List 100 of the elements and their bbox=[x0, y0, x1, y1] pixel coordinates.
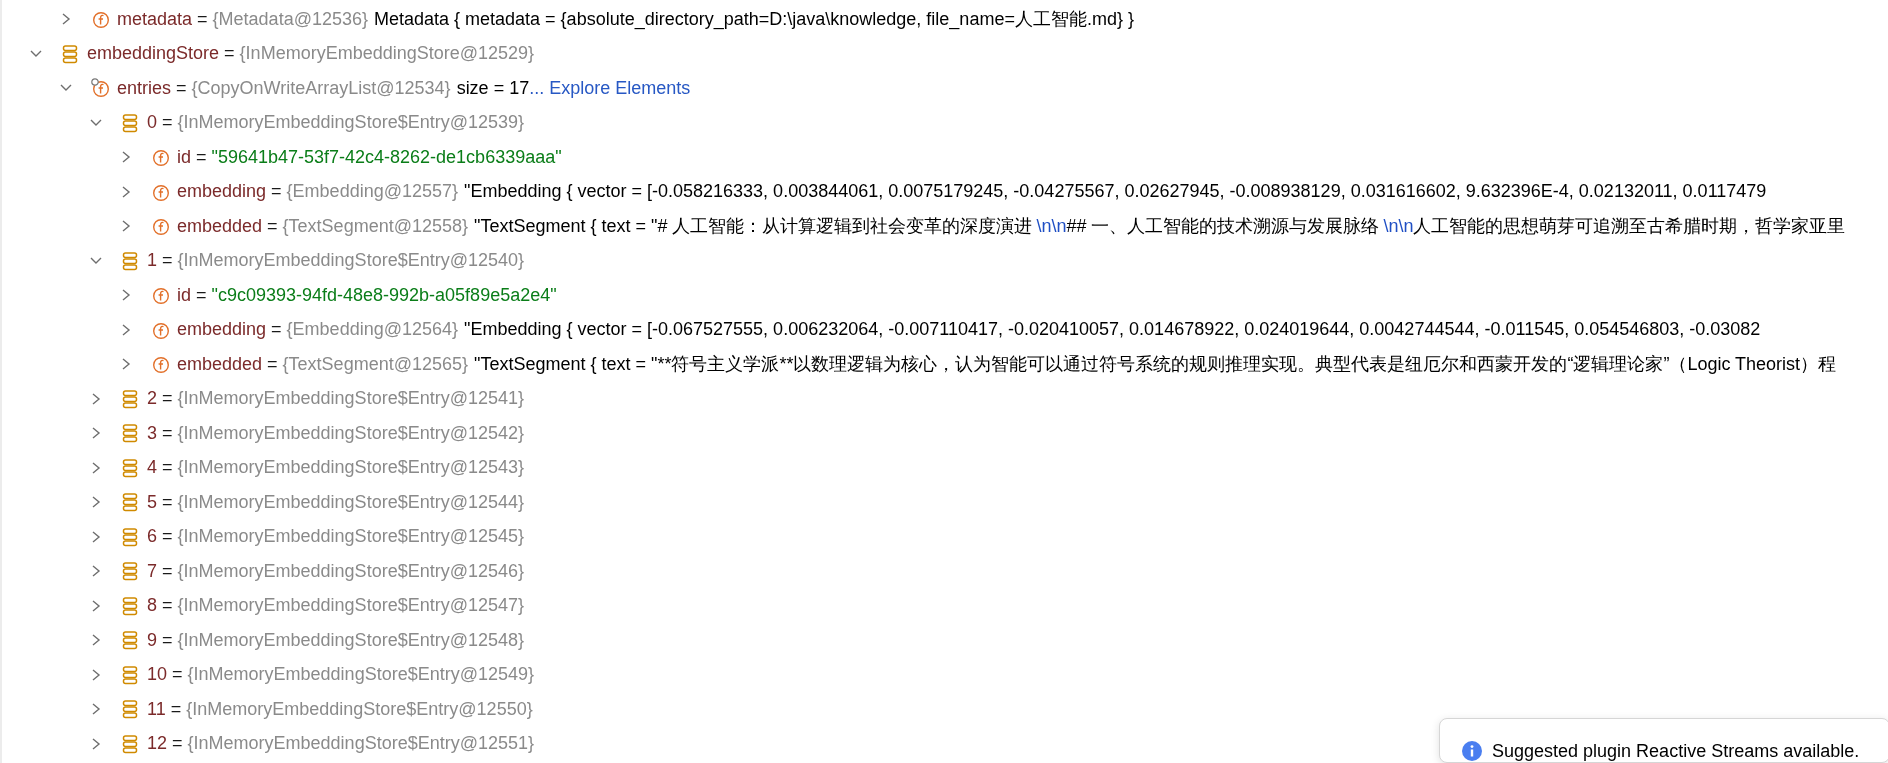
type-reference: {InMemoryEmbeddingStore$Entry@12543} bbox=[177, 457, 524, 479]
equals-sign: = bbox=[162, 491, 173, 513]
escape-sequence: \n\n bbox=[1383, 215, 1414, 237]
notification-text: Suggested plugin Reactive Streams available. bbox=[1492, 741, 1860, 762]
stack-icon bbox=[121, 492, 139, 513]
chevron-right-icon[interactable] bbox=[120, 150, 132, 165]
chevron-right-icon[interactable] bbox=[90, 598, 102, 613]
value-text: ## 一、人工智能的技术溯源与发展脉络 bbox=[1066, 215, 1380, 239]
variable-name: embedded bbox=[177, 353, 263, 375]
stack-icon bbox=[121, 526, 139, 547]
variable-name: entries bbox=[117, 77, 172, 99]
stack-icon bbox=[121, 595, 139, 616]
variable-name: 12 bbox=[147, 733, 168, 755]
escape-sequence: \n\n bbox=[1036, 215, 1067, 237]
chevron-right-icon[interactable] bbox=[90, 529, 102, 544]
equals-sign: = bbox=[162, 595, 173, 617]
equals-sign: = bbox=[162, 526, 173, 548]
stack-icon bbox=[121, 630, 139, 651]
type-reference: {InMemoryEmbeddingStore$Entry@12544} bbox=[177, 491, 524, 513]
type-reference: {Embedding@12557} bbox=[286, 181, 458, 203]
type-reference: {Embedding@12564} bbox=[286, 319, 458, 341]
stack-icon bbox=[121, 457, 139, 478]
equals-sign: = bbox=[172, 664, 183, 686]
variable-name: embedding bbox=[177, 181, 267, 203]
chevron-right-icon[interactable] bbox=[90, 426, 102, 441]
stack-icon bbox=[121, 561, 139, 582]
equals-sign: = bbox=[162, 388, 173, 410]
chevron-right-icon[interactable] bbox=[90, 702, 102, 717]
stack-icon bbox=[121, 733, 139, 754]
chevron-right-icon[interactable] bbox=[120, 288, 132, 303]
chevron-right-icon[interactable] bbox=[90, 667, 102, 682]
type-reference: {InMemoryEmbeddingStore$Entry@12541} bbox=[177, 388, 524, 410]
equals-sign: = bbox=[271, 181, 282, 203]
chevron-right-icon[interactable] bbox=[90, 633, 102, 648]
field-icon bbox=[151, 216, 169, 237]
variable-name: 1 bbox=[147, 250, 157, 272]
variable-name: id bbox=[177, 146, 191, 168]
marked-field-icon bbox=[91, 78, 109, 99]
type-reference: {InMemoryEmbeddingStore$Entry@12547} bbox=[177, 595, 524, 617]
equals-sign: = bbox=[172, 733, 183, 755]
type-reference: {InMemoryEmbeddingStore$Entry@12542} bbox=[177, 422, 524, 444]
chevron-right-icon[interactable] bbox=[120, 184, 132, 199]
equals-sign: = bbox=[162, 250, 173, 272]
type-reference: {InMemoryEmbeddingStore$Entry@12551} bbox=[187, 733, 535, 755]
stack-icon bbox=[121, 112, 139, 133]
type-reference: {Metadata@12536} bbox=[212, 8, 368, 30]
value-text: Metadata { metadata = {absolute_directory_path=D:\java\knowledge, file_name=人工智能.md} } bbox=[374, 8, 1134, 32]
chevron-right-icon[interactable] bbox=[120, 219, 132, 234]
equals-sign: = bbox=[162, 112, 173, 134]
chevron-right-icon[interactable] bbox=[90, 564, 102, 579]
type-reference: {InMemoryEmbeddingStore$Entry@12550} bbox=[186, 698, 533, 720]
value-text: "Embedding { vector = [-0.058216333, 0.003844061, 0.0075179245, -0.04275567, 0.02627945, -0.008938129, 0.031616602, 9.632396E-4, 0.02132011, 0.0117479 bbox=[464, 181, 1767, 203]
variable-name: 8 bbox=[147, 595, 157, 617]
type-reference: {InMemoryEmbeddingStore$Entry@12539} bbox=[177, 112, 524, 134]
variable-name: 11 bbox=[147, 698, 166, 720]
stack-icon bbox=[121, 250, 139, 271]
equals-sign: = bbox=[197, 8, 208, 30]
chevron-right-icon[interactable] bbox=[60, 12, 72, 27]
variable-name: embedding bbox=[177, 319, 267, 341]
variable-name: embedded bbox=[177, 215, 263, 237]
field-icon bbox=[151, 285, 169, 306]
equals-sign: = bbox=[162, 560, 173, 582]
stack-icon bbox=[121, 423, 139, 444]
value-text: "Embedding { vector = [-0.067527555, 0.006232064, -0.007110417, -0.020410057, 0.014678922, 0.024019644, 0.0042744544, -0.011545, 0.054546803, -0.03082 bbox=[464, 319, 1761, 341]
value-text: "TextSegment { text = "# 人工智能：从计算逻辑到社会变革的深度演进 bbox=[474, 215, 1033, 239]
chevron-right-icon[interactable] bbox=[120, 322, 132, 337]
explore-elements-link[interactable]: ... Explore Elements bbox=[529, 77, 691, 99]
chevron-right-icon[interactable] bbox=[90, 460, 102, 475]
variable-name: 9 bbox=[147, 629, 157, 651]
chevron-right-icon[interactable] bbox=[90, 495, 102, 510]
stack-icon bbox=[61, 43, 79, 64]
value-text: size = 17 bbox=[456, 77, 530, 99]
equals-sign: = bbox=[196, 146, 207, 168]
chevron-right-icon[interactable] bbox=[90, 736, 102, 751]
type-reference: {InMemoryEmbeddingStore@12529} bbox=[239, 43, 535, 65]
equals-sign: = bbox=[162, 629, 173, 651]
type-reference: {CopyOnWriteArrayList@12534} bbox=[191, 77, 451, 99]
stack-icon bbox=[121, 388, 139, 409]
variable-name: 10 bbox=[147, 664, 168, 686]
variable-name: 5 bbox=[147, 491, 157, 513]
field-icon bbox=[151, 354, 169, 375]
chevron-right-icon[interactable] bbox=[120, 357, 132, 372]
field-icon bbox=[151, 147, 169, 168]
field-icon bbox=[91, 9, 109, 30]
value-text: 人工智能的思想萌芽可追溯至古希腊时期，哲学家亚里 bbox=[1413, 215, 1846, 239]
value-text: "TextSegment { text = "**符号主义学派**以数理逻辑为核心，认为智能可以通过符号系统的规则推理实现。典型代表是纽厄尔和西蒙开发的“逻辑理论家”（Logic Theorist）程 bbox=[474, 353, 1837, 377]
string-value: "c9c09393-94fd-48e8-992b-a05f89e5a2e4" bbox=[211, 284, 557, 306]
chevron-right-icon[interactable] bbox=[90, 391, 102, 406]
variable-name: metadata bbox=[117, 8, 193, 30]
variable-name: embeddingStore bbox=[87, 43, 220, 65]
variable-name: 2 bbox=[147, 388, 157, 410]
variable-name: id bbox=[177, 284, 191, 306]
equals-sign: = bbox=[170, 698, 182, 720]
type-reference: {InMemoryEmbeddingStore$Entry@12548} bbox=[177, 629, 524, 651]
stack-icon bbox=[121, 664, 139, 685]
stack-icon bbox=[121, 699, 139, 720]
type-reference: {TextSegment@12565} bbox=[282, 353, 468, 375]
variable-name: 4 bbox=[147, 457, 157, 479]
equals-sign: = bbox=[176, 77, 187, 99]
equals-sign: = bbox=[196, 284, 207, 306]
